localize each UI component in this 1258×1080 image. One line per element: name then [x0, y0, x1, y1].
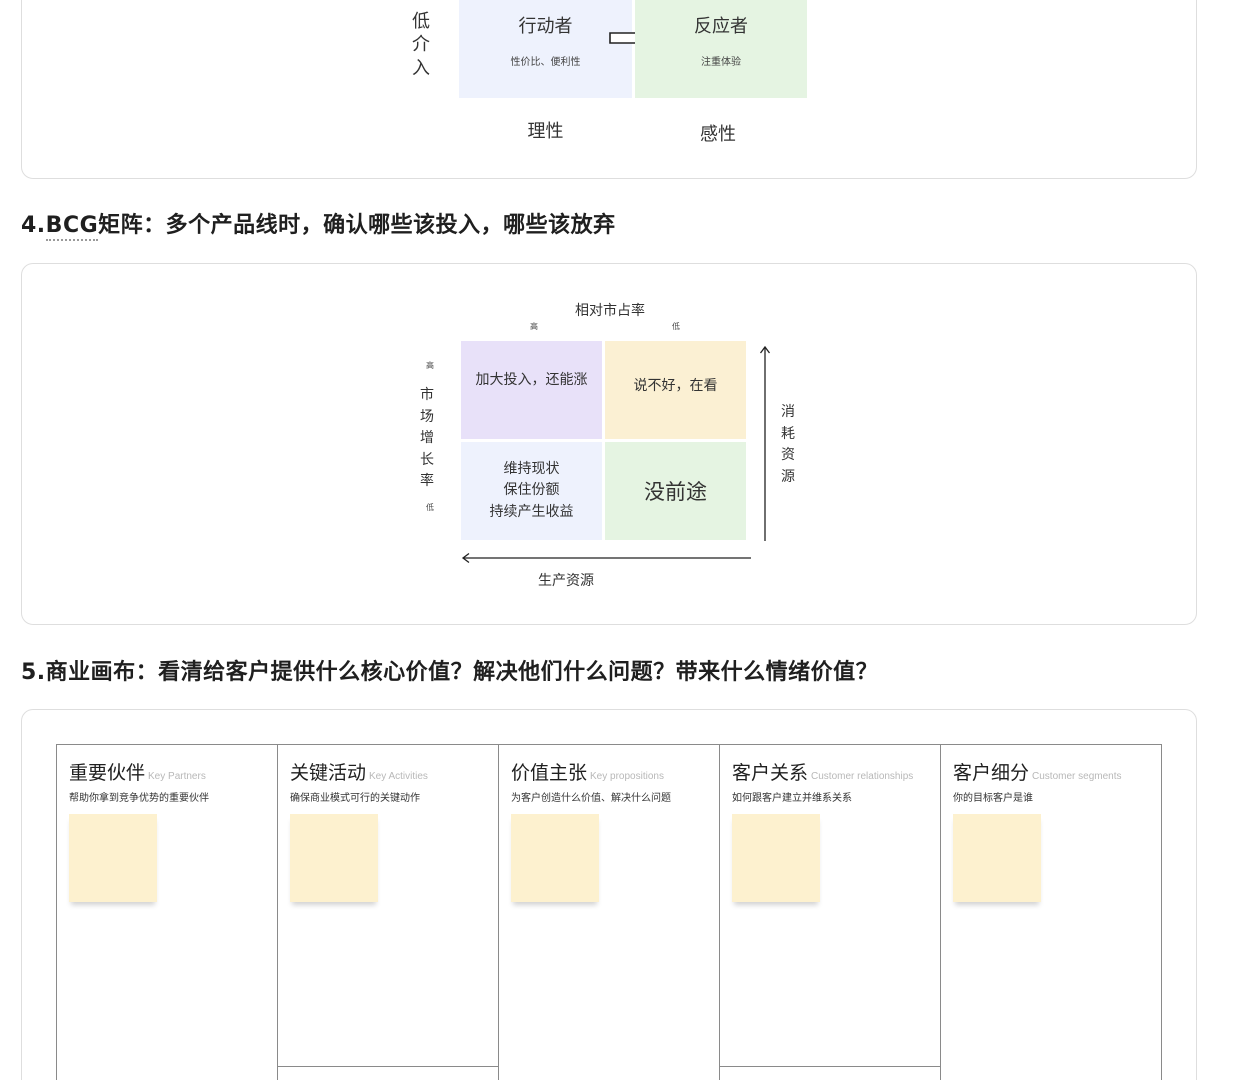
- sticky-note[interactable]: [511, 814, 599, 902]
- axis-char: 入: [412, 57, 430, 79]
- cell-text: 说不好，在看: [633, 378, 718, 394]
- col-desc: 如何跟客户建立并维系关系: [732, 793, 852, 804]
- right-axis-label: 消 耗 资 源: [781, 402, 795, 488]
- axis-char: 低: [412, 11, 430, 32]
- bottom-label-rational: 理性: [527, 121, 564, 142]
- axis-char: 市: [420, 387, 434, 403]
- canvas-col-customer-relationships: 客户关系 Customer relationships 如何跟客户建立并维系关系: [720, 744, 941, 1080]
- axis-char: 增: [420, 430, 434, 446]
- col-title: 价值主张 Key propositions: [511, 762, 664, 784]
- bcg-cell-cash-cow: 维持现状 保住份额 持续产生收益: [461, 442, 602, 540]
- sticky-note[interactable]: [69, 814, 157, 902]
- col-title-en: Key Partners: [148, 771, 206, 782]
- axis-char: 介: [412, 34, 430, 56]
- sub-cell-divider: [278, 1066, 498, 1067]
- left-axis-label: 低 介 入: [412, 10, 430, 80]
- col-title-en: Customer relationships: [811, 771, 914, 782]
- sticky-note[interactable]: [732, 814, 820, 902]
- col-title-en: Key propositions: [590, 771, 664, 782]
- cell-text: 没前途: [644, 480, 707, 504]
- bcg-cell-star: 加大投入，还能涨: [461, 341, 602, 439]
- col-desc: 帮助你拿到竞争优势的重要伙伴: [69, 793, 209, 804]
- col-title: 客户细分 Customer segments: [953, 762, 1122, 784]
- top-low-label: 低: [672, 322, 680, 331]
- col-desc: 你的目标客户是谁: [953, 793, 1033, 804]
- canvas-col-key-partners: 重要伙伴 Key Partners 帮助你拿到竞争优势的重要伙伴: [57, 744, 278, 1080]
- axis-char: 资: [781, 447, 795, 463]
- bottom-axis-label: 生产资源: [538, 573, 594, 589]
- cell-text: 维持现状: [503, 460, 560, 477]
- sub-cell-divider: [720, 1066, 940, 1067]
- heading-number: 4.: [21, 213, 46, 238]
- axis-char: 耗: [781, 425, 795, 442]
- heading-text: 矩阵：多个产品线时，确认哪些该投入，哪些该放弃: [98, 213, 616, 238]
- cell-text: 持续产生收益: [489, 503, 574, 520]
- col-title: 重要伙伴 Key Partners: [69, 762, 206, 784]
- bcg-cell-dog: 没前途: [605, 442, 746, 540]
- col-title: 客户关系 Customer relationships: [732, 762, 914, 784]
- sticky-note[interactable]: [290, 814, 378, 902]
- matrix-cell-actor: 行动者 性价比、便利性: [459, 0, 632, 98]
- col-desc: 为客户创造什么价值、解决什么问题: [511, 793, 671, 804]
- canvas-col-key-activities: 关键活动 Key Activities 确保商业模式可行的关键动作: [278, 744, 499, 1080]
- col-title-en: Customer segments: [1032, 771, 1122, 782]
- matrix-cell-reactor: 反应者 注重体验: [635, 0, 807, 98]
- left-axis-label: 市 场 增 长 率: [420, 385, 434, 493]
- axis-char: 消: [781, 404, 795, 420]
- bcg-cell-question: 说不好，在看: [605, 341, 746, 439]
- axis-char: 长: [420, 451, 434, 468]
- cell-text: 保住份额: [503, 482, 560, 499]
- top-high-label: 高: [530, 322, 538, 331]
- sticky-note[interactable]: [953, 814, 1041, 902]
- canvas-col-customer-segments: 客户细分 Customer segments 你的目标客户是谁: [941, 744, 1162, 1080]
- cell-title: 行动者: [518, 16, 573, 37]
- axis-char: 率: [420, 473, 434, 489]
- heading-term-link[interactable]: BCG: [45, 213, 99, 241]
- canvas-col-value-propositions: 价值主张 Key propositions 为客户创造什么价值、解决什么问题: [499, 744, 720, 1080]
- col-title-en: Key Activities: [369, 771, 428, 782]
- top-axis-label: 相对市占率: [575, 303, 645, 319]
- cell-text: 加大投入，还能涨: [475, 372, 588, 388]
- section-heading-canvas: 5.商业画布：看清给客户提供什么核心价值？解决他们什么问题？带来什么情绪价值？: [21, 660, 879, 685]
- axis-char: 源: [781, 468, 795, 485]
- col-title: 关键活动 Key Activities: [290, 762, 428, 784]
- up-arrow-icon: [759, 345, 771, 541]
- left-high-label: 高: [426, 361, 434, 370]
- left-arrow-icon: [461, 552, 751, 564]
- col-desc: 确保商业模式可行的关键动作: [290, 793, 420, 804]
- cell-desc: 注重体验: [701, 57, 741, 68]
- section-heading-bcg: 4.BCG矩阵：多个产品线时，确认哪些该投入，哪些该放弃: [21, 207, 616, 241]
- bottom-label-emotional: 感性: [700, 124, 736, 145]
- left-low-label: 低: [426, 503, 434, 512]
- cell-title: 反应者: [694, 16, 748, 37]
- axis-char: 场: [420, 408, 434, 425]
- cell-desc: 性价比、便利性: [510, 57, 581, 68]
